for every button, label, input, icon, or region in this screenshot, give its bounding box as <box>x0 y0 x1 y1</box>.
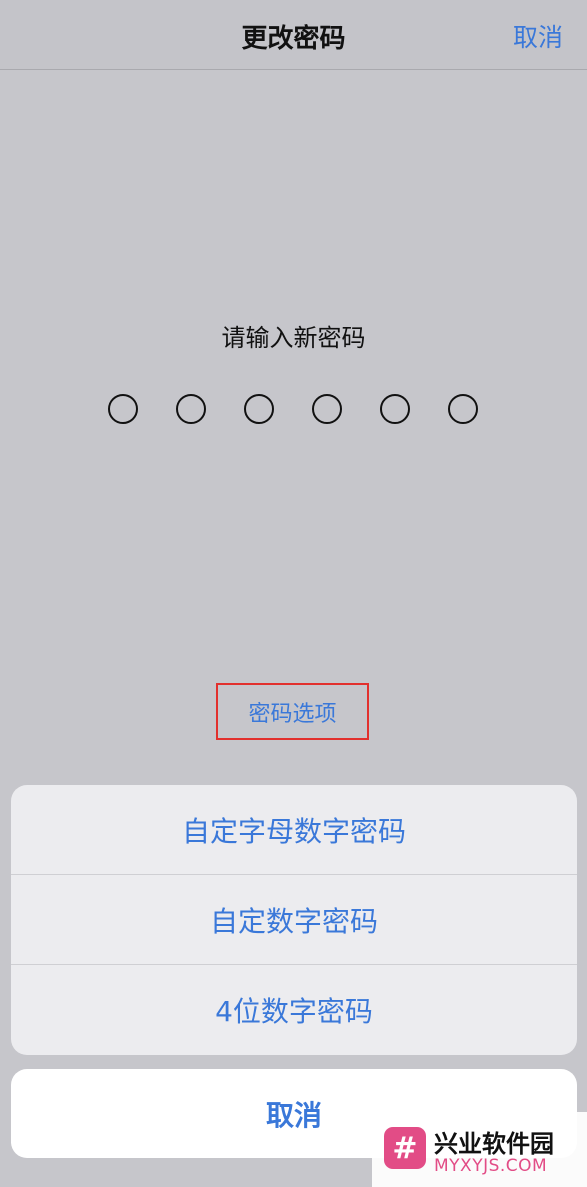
passcode-prompt: 请输入新密码 <box>221 324 366 352</box>
option-custom-alphanumeric[interactable]: 自定字母数字密码 <box>11 785 577 875</box>
passcode-dots <box>108 394 478 424</box>
nav-cancel-button[interactable]: 取消 <box>513 18 563 54</box>
passcode-dot <box>108 394 138 424</box>
option-custom-numeric[interactable]: 自定数字密码 <box>11 875 577 965</box>
passcode-dot <box>176 394 206 424</box>
page-title: 更改密码 <box>241 24 346 54</box>
watermark: # 兴业软件园 MYXYJS.COM <box>372 1112 587 1187</box>
watermark-url: MYXYJS.COM <box>434 1156 548 1176</box>
watermark-name: 兴业软件园 <box>434 1130 554 1158</box>
hash-logo-icon: # <box>384 1127 426 1169</box>
navigation-bar: 更改密码 取消 <box>0 0 587 70</box>
passcode-dot <box>380 394 410 424</box>
passcode-options-link[interactable]: 密码选项 <box>216 683 369 740</box>
passcode-options-sheet: 自定字母数字密码 自定数字密码 4位数字密码 <box>11 785 577 1055</box>
option-4-digit-numeric[interactable]: 4位数字密码 <box>11 965 577 1055</box>
passcode-dot <box>244 394 274 424</box>
passcode-dot <box>448 394 478 424</box>
passcode-dot <box>312 394 342 424</box>
